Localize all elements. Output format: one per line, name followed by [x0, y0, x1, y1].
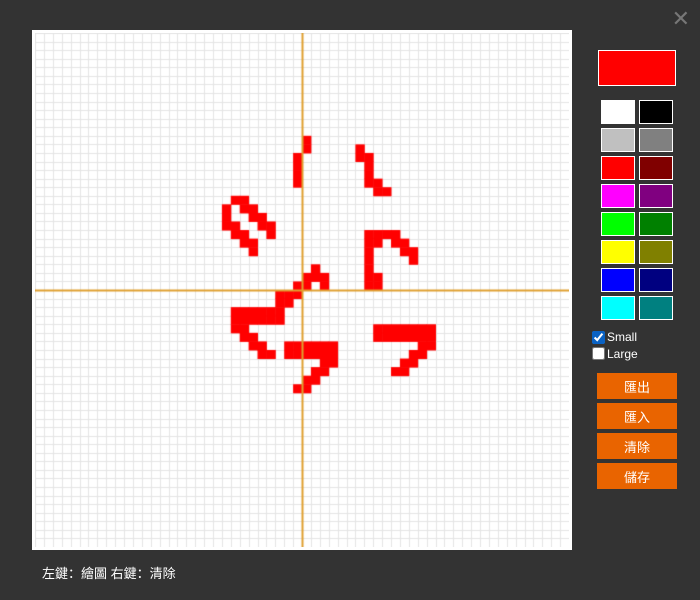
size-large-option[interactable]: Large: [592, 347, 638, 361]
color-swatch[interactable]: [639, 156, 673, 180]
size-options: Small Large: [592, 330, 682, 363]
color-swatch[interactable]: [639, 268, 673, 292]
size-large-checkbox[interactable]: [592, 347, 605, 360]
size-small-checkbox[interactable]: [592, 331, 605, 344]
export-button[interactable]: 匯出: [597, 373, 677, 399]
size-large-label: Large: [607, 347, 638, 361]
color-swatch[interactable]: [601, 296, 635, 320]
size-small-option[interactable]: Small: [592, 330, 637, 344]
color-palette: [592, 100, 682, 320]
color-swatch[interactable]: [601, 240, 635, 264]
pixel-editor-window: ✕ Small Large 匯出 匯入 清除 儲存 左鍵：繪圖 右鍵：清除: [0, 0, 700, 600]
size-small-label: Small: [607, 330, 637, 344]
color-swatch[interactable]: [639, 184, 673, 208]
pixel-canvas[interactable]: [32, 30, 572, 550]
save-button[interactable]: 儲存: [597, 463, 677, 489]
color-swatch[interactable]: [601, 212, 635, 236]
color-swatch[interactable]: [639, 128, 673, 152]
color-swatch[interactable]: [601, 128, 635, 152]
color-swatch[interactable]: [601, 100, 635, 124]
color-swatch[interactable]: [601, 268, 635, 292]
import-button[interactable]: 匯入: [597, 403, 677, 429]
color-swatch[interactable]: [639, 100, 673, 124]
tool-sidebar: Small Large 匯出 匯入 清除 儲存: [592, 50, 682, 493]
color-swatch[interactable]: [639, 212, 673, 236]
color-swatch[interactable]: [639, 296, 673, 320]
hint-text: 左鍵：繪圖 右鍵：清除: [42, 563, 176, 582]
color-swatch[interactable]: [601, 184, 635, 208]
current-color-swatch[interactable]: [598, 50, 676, 86]
close-icon[interactable]: ✕: [672, 6, 690, 32]
color-swatch[interactable]: [639, 240, 673, 264]
color-swatch[interactable]: [601, 156, 635, 180]
clear-button[interactable]: 清除: [597, 433, 677, 459]
